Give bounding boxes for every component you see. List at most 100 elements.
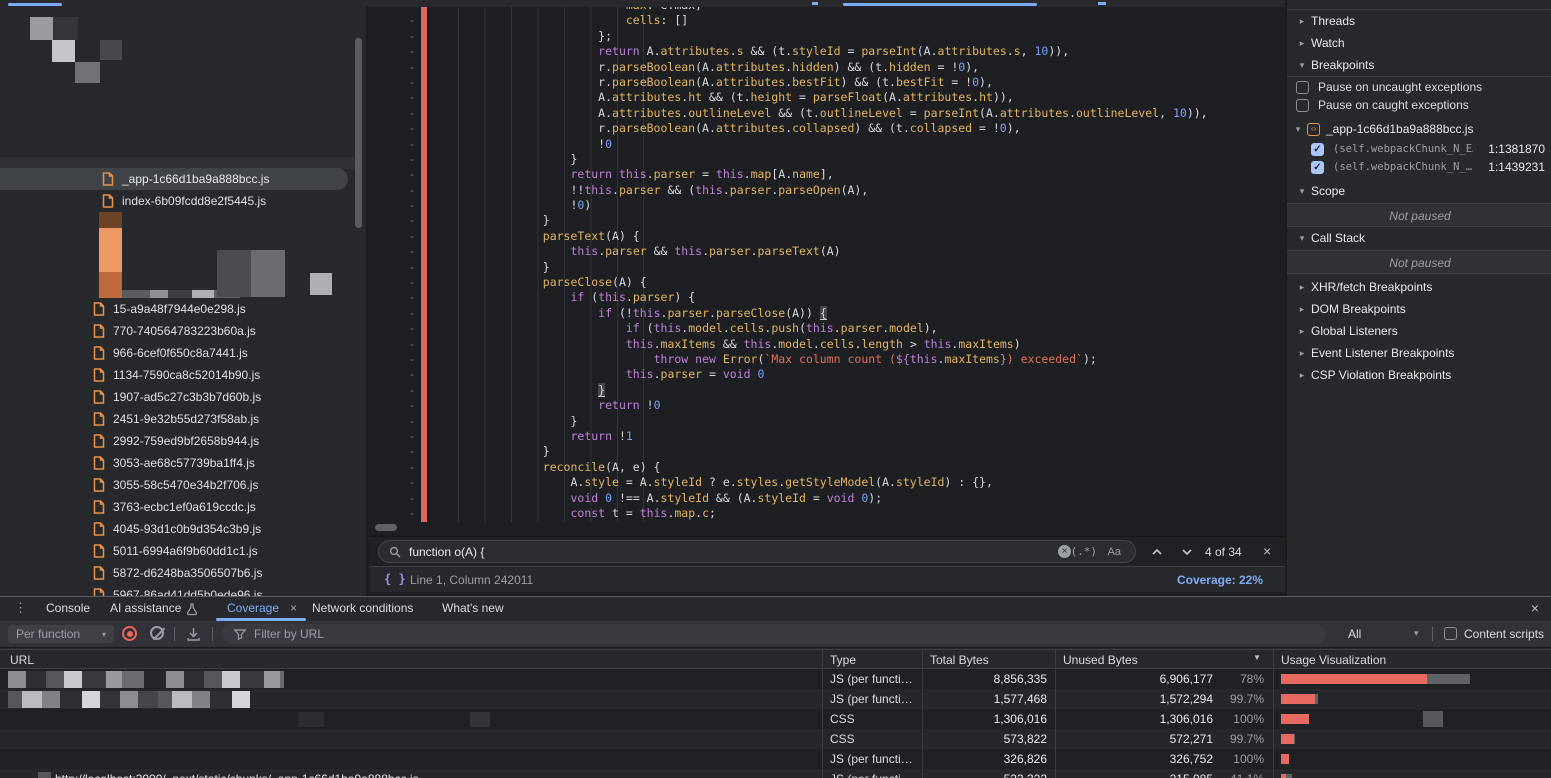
gutter-line-marker[interactable]: - xyxy=(400,275,424,290)
section-call-stack[interactable]: ▾Call Stack xyxy=(1287,227,1551,249)
section-breakpoints[interactable]: ▾Breakpoints xyxy=(1287,54,1551,76)
gutter-line-marker[interactable]: - xyxy=(400,29,424,44)
pause-caught-row[interactable]: Pause on caught exceptions xyxy=(1287,96,1551,114)
file-item[interactable]: 2451-9e32b55d273f58ab.js xyxy=(0,408,348,430)
url-cell[interactable]: http://localhost:3000/_next/static/chunk… xyxy=(55,772,455,778)
col-header-type[interactable]: Type xyxy=(830,653,856,667)
coverage-mode-select[interactable]: Per function▾ xyxy=(8,625,114,643)
section-threads[interactable]: ▸Threads xyxy=(1287,10,1551,32)
col-header-url[interactable]: URL xyxy=(10,653,34,667)
file-item[interactable]: 1907-ad5c27c3b3b7d60b.js xyxy=(0,386,348,408)
tab-ai-assistance[interactable]: AI assistance xyxy=(110,601,181,615)
gutter-line-marker[interactable]: - xyxy=(400,337,424,352)
gutter-line-marker[interactable]: - xyxy=(400,306,424,321)
gutter-line-marker[interactable]: - xyxy=(400,44,424,59)
file-item[interactable]: 3055-58c5470e34b2f706.js xyxy=(0,474,348,496)
gutter-line-marker[interactable]: - xyxy=(400,229,424,244)
gutter-line-marker[interactable]: - xyxy=(400,198,424,213)
gutter-line-marker[interactable]: - xyxy=(400,414,424,429)
tab-whats-new[interactable]: What's new xyxy=(442,601,504,615)
gutter-line-marker[interactable]: - xyxy=(400,398,424,413)
stop-recording-button[interactable] xyxy=(122,626,137,641)
col-header-total-bytes[interactable]: Total Bytes xyxy=(930,653,989,667)
section-dom-breakpoints[interactable]: ▸DOM Breakpoints xyxy=(1287,298,1551,320)
table-row[interactable]: http://localhost:3000/_next/static/chunk… xyxy=(0,769,1551,778)
gutter-line-marker[interactable]: - xyxy=(400,183,424,198)
gutter-line-marker[interactable]: - xyxy=(400,460,424,475)
coverage-link[interactable]: Coverage: 22% xyxy=(1177,573,1263,587)
gutter-line-marker[interactable]: - xyxy=(400,367,424,382)
file-item-selected[interactable]: _app-1c66d1ba9a888bcc.js xyxy=(0,168,348,190)
table-row[interactable]: JS (per functi…8,856,3356,906,17778% xyxy=(0,669,1551,689)
col-header-usage[interactable]: Usage Visualization xyxy=(1281,653,1386,667)
pretty-print-icon[interactable]: { } xyxy=(384,572,406,586)
close-search-icon[interactable]: × xyxy=(1263,543,1271,559)
filter-input[interactable]: Filter by URL xyxy=(222,624,1326,644)
next-match-button[interactable] xyxy=(1180,545,1194,559)
content-scripts-checkbox[interactable] xyxy=(1444,627,1457,640)
tab-coverage[interactable]: Coverage xyxy=(227,601,279,615)
match-case-toggle[interactable]: Aa xyxy=(1108,546,1121,558)
section-scope[interactable]: ▾Scope xyxy=(1287,180,1551,202)
tab-console[interactable]: Console xyxy=(46,601,90,615)
section-xhr-fetch-breakpoints[interactable]: ▸XHR/fetch Breakpoints xyxy=(1287,276,1551,298)
checkbox-unchecked[interactable] xyxy=(1296,99,1309,112)
breakpoint-checkbox-checked[interactable]: ✓ xyxy=(1311,143,1324,156)
regex-toggle[interactable]: (.*) xyxy=(1071,545,1098,558)
editor-hscroll-track[interactable] xyxy=(370,522,1285,536)
gutter-line-marker[interactable]: - xyxy=(400,121,424,136)
gutter-line-marker[interactable]: - xyxy=(400,75,424,90)
section-watch[interactable]: ▸Watch xyxy=(1287,32,1551,54)
tab-network-conditions[interactable]: Network conditions xyxy=(312,601,413,615)
gutter-line-marker[interactable]: - xyxy=(400,213,424,228)
file-item[interactable]: 5872-d6248ba3506507b6.js xyxy=(0,562,348,584)
table-row[interactable]: JS (per functi…326,826326,752100% xyxy=(0,749,1551,769)
col-header-unused-bytes[interactable]: Unused Bytes xyxy=(1063,653,1138,667)
gutter-line-marker[interactable]: - xyxy=(400,152,424,167)
navigator-scrollbar[interactable] xyxy=(355,38,362,228)
file-item[interactable]: index-6b09fcdd8e2f5445.js xyxy=(0,190,348,212)
gutter-line-marker[interactable]: - xyxy=(400,290,424,305)
table-row[interactable]: CSS573,822572,27199.7% xyxy=(0,729,1551,749)
type-filter-select[interactable]: All xyxy=(1348,627,1361,641)
gutter-line-marker[interactable]: - xyxy=(400,491,424,506)
breakpoint-entry[interactable]: ✓(self.webpackChunk_N_E…1:1381870 xyxy=(1287,140,1551,158)
gutter-line-marker[interactable]: - xyxy=(400,244,424,259)
close-drawer-icon[interactable]: × xyxy=(1531,600,1539,616)
gutter-line-marker[interactable]: - xyxy=(400,383,424,398)
search-input[interactable]: function o(A) { × (.*) Aa xyxy=(378,540,1136,563)
checkbox-unchecked[interactable] xyxy=(1296,81,1309,94)
table-row[interactable]: CSS1,306,0161,306,016100% xyxy=(0,709,1551,729)
file-item[interactable]: 2992-759ed9bf2658b944.js xyxy=(0,430,348,452)
gutter-line-marker[interactable]: - xyxy=(400,106,424,121)
gutter-line-marker[interactable]: - xyxy=(400,444,424,459)
file-item[interactable]: 770-740564783223b60a.js xyxy=(0,320,348,342)
gutter-line-marker[interactable]: - xyxy=(400,60,424,75)
gutter-line-marker[interactable]: - xyxy=(400,506,424,521)
clear-search-icon[interactable]: × xyxy=(1058,545,1071,558)
export-icon[interactable] xyxy=(186,627,201,642)
clear-coverage-button[interactable] xyxy=(150,626,164,640)
gutter-line-marker[interactable]: - xyxy=(400,137,424,152)
gutter-line-marker[interactable]: - xyxy=(400,260,424,275)
gutter-line-marker[interactable]: - xyxy=(400,167,424,182)
code-editor[interactable]: ---------------------------------- max: … xyxy=(370,7,1285,522)
file-item[interactable]: 966-6cef0f650c8a7441.js xyxy=(0,342,348,364)
section-csp-violation-breakpoints[interactable]: ▸CSP Violation Breakpoints xyxy=(1287,364,1551,386)
gutter-line-marker[interactable]: - xyxy=(400,352,424,367)
breakpoint-file-group[interactable]: ▾ ‹› _app-1c66d1ba9a888bcc.js xyxy=(1287,118,1551,140)
gutter-line-marker[interactable]: - xyxy=(400,13,424,28)
file-item[interactable]: 5967-86ad41dd5b0ede96.js xyxy=(0,584,348,596)
pause-uncaught-row[interactable]: Pause on uncaught exceptions xyxy=(1287,78,1551,96)
breakpoint-location[interactable]: 1:1381870 xyxy=(1488,142,1545,156)
close-coverage-tab-icon[interactable]: × xyxy=(290,601,297,615)
breakpoint-entry[interactable]: ✓(self.webpackChunk_N_…1:1439231 xyxy=(1287,158,1551,176)
breakpoint-checkbox-checked[interactable]: ✓ xyxy=(1311,161,1324,174)
section-event-listener-breakpoints[interactable]: ▸Event Listener Breakpoints xyxy=(1287,342,1551,364)
file-item[interactable]: 4045-93d1c0b9d354c3b9.js xyxy=(0,518,348,540)
table-row[interactable]: JS (per functi…1,577,4681,572,29499.7% xyxy=(0,689,1551,709)
gutter-line-marker[interactable]: - xyxy=(400,321,424,336)
file-item[interactable]: 3053-ae68c57739ba1ff4.js xyxy=(0,452,348,474)
gutter-line-marker[interactable]: - xyxy=(400,475,424,490)
editor-hscroll-thumb[interactable] xyxy=(375,524,397,531)
